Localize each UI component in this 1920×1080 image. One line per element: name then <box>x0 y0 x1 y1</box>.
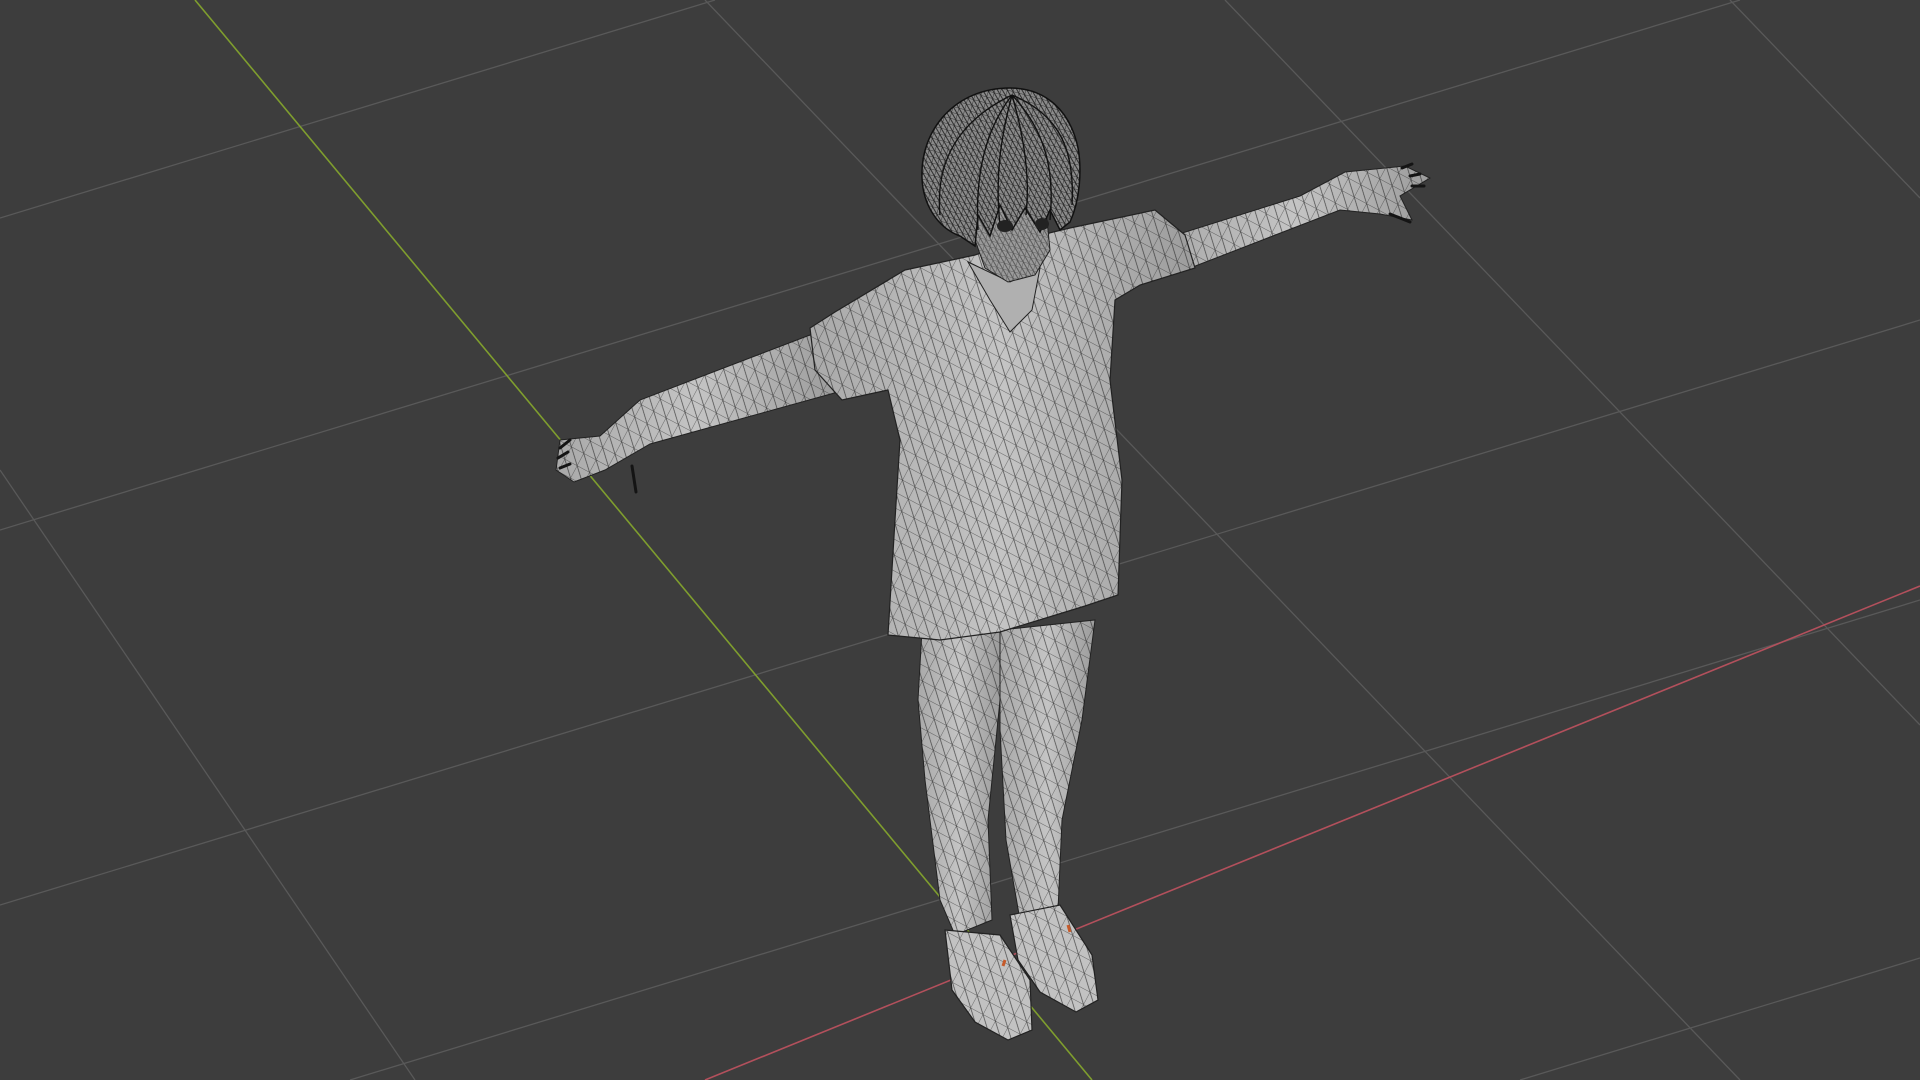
viewport-canvas[interactable] <box>0 0 1920 1080</box>
character-mesh[interactable] <box>555 87 1432 1041</box>
eye-left <box>997 220 1013 232</box>
3d-viewport[interactable] <box>0 0 1920 1080</box>
eye-right <box>1035 218 1049 230</box>
